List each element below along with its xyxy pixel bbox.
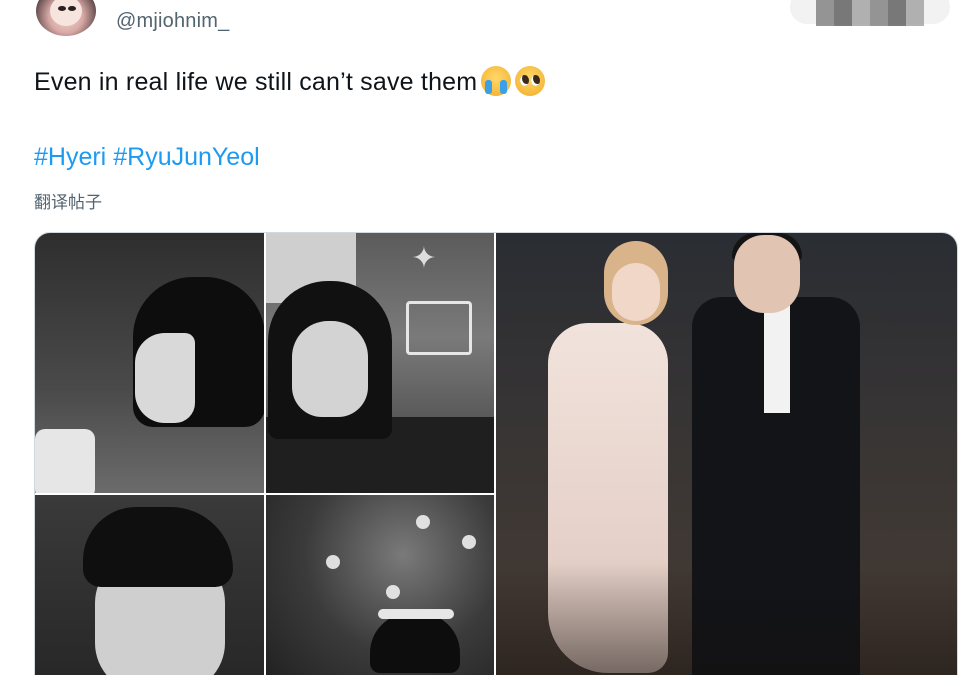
hashtag-link[interactable]: #RyuJunYeol	[113, 143, 259, 171]
avatar[interactable]	[36, 0, 96, 36]
pleading-face-icon	[515, 66, 546, 96]
media-photo[interactable]: ✦	[266, 233, 494, 493]
tweet-text: Even in real life we still can’t save th…	[34, 68, 478, 96]
figure-shape	[612, 263, 660, 321]
floor-shadow	[496, 563, 957, 675]
bokeh-light	[416, 515, 430, 529]
loudly-crying-face-icon	[481, 66, 512, 96]
media-photo[interactable]	[35, 233, 264, 493]
figure-shape	[370, 613, 460, 673]
figure-shape	[292, 321, 368, 417]
hashtag-link[interactable]: #Hyeri	[34, 143, 106, 171]
translate-post-link[interactable]: 翻译帖子	[34, 188, 102, 213]
tweet-card: @mjiohnim_ Even in real life we still ca…	[0, 0, 960, 675]
avatar-face	[50, 0, 82, 26]
figure-shape	[764, 303, 790, 413]
figure-shape	[35, 429, 95, 493]
tweet-text-container: Even in real life we still can’t save th…	[34, 66, 546, 97]
media-photo[interactable]	[496, 233, 957, 675]
figure-shape	[83, 507, 233, 587]
figure-shape	[734, 235, 800, 313]
star-decoration-icon: ✦	[411, 242, 437, 275]
media-photo[interactable]	[35, 495, 264, 675]
user-handle[interactable]: @mjiohnim_	[116, 10, 229, 33]
avatar-eye-left	[58, 6, 66, 11]
bokeh-light	[462, 535, 476, 549]
media-photo[interactable]	[266, 495, 494, 675]
figure-shape	[378, 609, 454, 619]
hashtag-list: #Hyeri #RyuJunYeol	[34, 143, 267, 172]
avatar-eye-right	[68, 6, 76, 11]
bokeh-light	[386, 585, 400, 599]
gift-decoration-icon	[406, 301, 472, 355]
bokeh-light	[326, 555, 340, 569]
media-grid[interactable]: ✦	[34, 232, 958, 675]
figure-shape	[135, 333, 195, 423]
obscured-region	[816, 0, 924, 26]
